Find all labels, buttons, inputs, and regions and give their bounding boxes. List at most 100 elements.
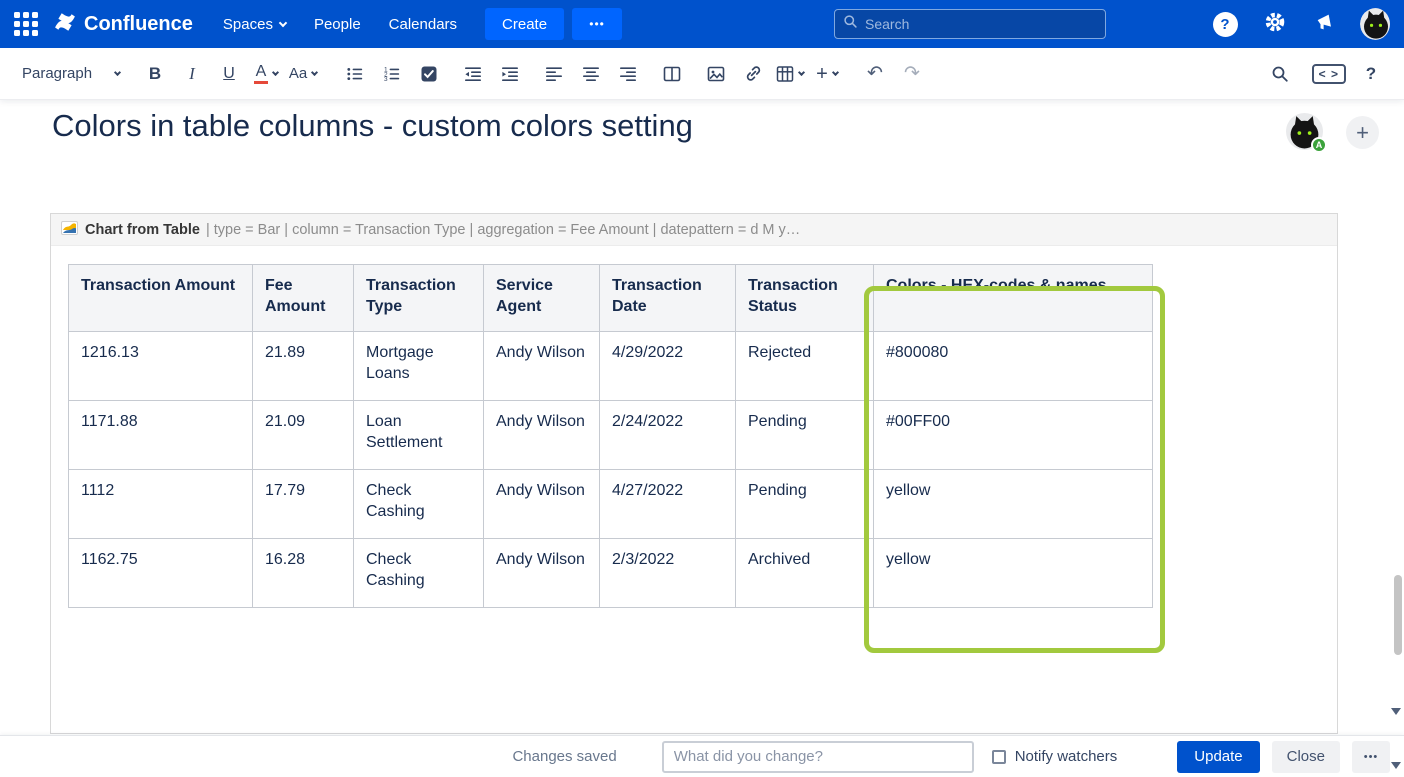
insert-table-dropdown[interactable]: [775, 58, 805, 90]
search-input[interactable]: [865, 16, 1097, 32]
bullet-list-icon: [346, 65, 364, 83]
column-header-transaction-amount[interactable]: Transaction Amount: [69, 265, 253, 332]
help-button[interactable]: ?: [1210, 9, 1240, 39]
footer-more-button[interactable]: •••: [1352, 741, 1390, 773]
column-header-colors[interactable]: Colors - HEX-codes & names: [874, 265, 1153, 332]
cell[interactable]: Andy Wilson: [484, 539, 600, 608]
cell[interactable]: 1171.88: [69, 401, 253, 470]
scrollbar-down-button[interactable]: [1391, 762, 1401, 769]
cell[interactable]: Archived: [736, 539, 874, 608]
macro-parameters: | type = Bar | column = Transaction Type…: [206, 222, 800, 238]
scroll-down-arrow-icon[interactable]: [1391, 708, 1401, 715]
bold-button[interactable]: B: [140, 58, 170, 90]
insert-more-dropdown[interactable]: +: [812, 58, 842, 90]
bullet-list-button[interactable]: [340, 58, 370, 90]
chart-from-table-macro: Chart from Table | type = Bar | column =…: [50, 213, 1338, 734]
create-button[interactable]: Create: [485, 8, 564, 40]
notify-watchers-checkbox[interactable]: [992, 750, 1006, 764]
editor-toolbar: Paragraph B I U A Aa 123: [0, 48, 1404, 100]
cell[interactable]: 4/27/2022: [600, 470, 736, 539]
cell[interactable]: 2/24/2022: [600, 401, 736, 470]
nav-more-button[interactable]: •••: [572, 8, 622, 40]
paragraph-style-dropdown[interactable]: Paragraph: [18, 58, 124, 90]
search-icon: [1271, 65, 1289, 83]
column-header-fee-amount[interactable]: Fee Amount: [253, 265, 354, 332]
italic-button[interactable]: I: [177, 58, 207, 90]
align-right-button[interactable]: [613, 58, 643, 90]
chevron-down-icon: [272, 68, 279, 75]
macro-header[interactable]: Chart from Table | type = Bar | column =…: [51, 214, 1337, 246]
cell[interactable]: 1112: [69, 470, 253, 539]
align-center-button[interactable]: [576, 58, 606, 90]
editor-help-button[interactable]: ?: [1356, 58, 1386, 90]
insert-link-button[interactable]: [738, 58, 768, 90]
cell[interactable]: Rejected: [736, 332, 874, 401]
cell[interactable]: 4/29/2022: [600, 332, 736, 401]
insert-image-button[interactable]: [701, 58, 731, 90]
cell[interactable]: yellow: [874, 470, 1153, 539]
redo-button[interactable]: ↷: [897, 58, 927, 90]
app-switcher-icon[interactable]: [14, 12, 38, 36]
cell[interactable]: Mortgage Loans: [354, 332, 484, 401]
column-header-service-agent[interactable]: Service Agent: [484, 265, 600, 332]
announcements-button[interactable]: [1310, 9, 1340, 39]
close-button[interactable]: Close: [1272, 741, 1340, 773]
more-formatting-dropdown[interactable]: Aa: [288, 58, 318, 90]
column-header-transaction-type[interactable]: Transaction Type: [354, 265, 484, 332]
cell[interactable]: Check Cashing: [354, 470, 484, 539]
user-avatar[interactable]: [1360, 9, 1390, 39]
cell[interactable]: Andy Wilson: [484, 470, 600, 539]
cell[interactable]: Andy Wilson: [484, 401, 600, 470]
cell[interactable]: 17.79: [253, 470, 354, 539]
byline-avatar[interactable]: A: [1286, 113, 1323, 150]
numbered-list-button[interactable]: 123: [377, 58, 407, 90]
gear-icon: [1263, 10, 1287, 39]
page-title[interactable]: Colors in table columns - custom colors …: [52, 108, 693, 144]
settings-button[interactable]: [1260, 9, 1290, 39]
add-contributor-button[interactable]: +: [1346, 116, 1379, 149]
cell[interactable]: #00FF00: [874, 401, 1153, 470]
editor-content: Colors in table columns - custom colors …: [0, 100, 1404, 735]
scrollbar-thumb[interactable]: [1394, 575, 1402, 655]
macro-title: Chart from Table: [85, 222, 200, 238]
nav-calendars[interactable]: Calendars: [389, 16, 457, 33]
column-header-transaction-status[interactable]: Transaction Status: [736, 265, 874, 332]
table-row: 1112 17.79 Check Cashing Andy Wilson 4/2…: [69, 470, 1153, 539]
cell[interactable]: Pending: [736, 401, 874, 470]
cell[interactable]: Pending: [736, 470, 874, 539]
cell[interactable]: 1216.13: [69, 332, 253, 401]
cell[interactable]: #800080: [874, 332, 1153, 401]
cell[interactable]: Loan Settlement: [354, 401, 484, 470]
task-list-button[interactable]: [414, 58, 444, 90]
global-search[interactable]: [834, 9, 1106, 39]
indent-button[interactable]: [495, 58, 525, 90]
source-editor-button[interactable]: < >: [1312, 58, 1346, 90]
table-header-row: Transaction Amount Fee Amount Transactio…: [69, 265, 1153, 332]
numbered-list-icon: 123: [383, 65, 401, 83]
chevron-down-icon: [114, 68, 121, 75]
megaphone-icon: [1314, 11, 1336, 38]
undo-button[interactable]: ↶: [860, 58, 890, 90]
nav-spaces[interactable]: Spaces: [223, 16, 286, 33]
column-header-transaction-date[interactable]: Transaction Date: [600, 265, 736, 332]
brand-name: Confluence: [84, 13, 193, 36]
align-left-button[interactable]: [539, 58, 569, 90]
outdent-button[interactable]: [458, 58, 488, 90]
find-replace-button[interactable]: [1265, 58, 1295, 90]
update-button[interactable]: Update: [1177, 741, 1259, 773]
cell[interactable]: 21.89: [253, 332, 354, 401]
cell[interactable]: 16.28: [253, 539, 354, 608]
confluence-home-link[interactable]: Confluence: [54, 11, 193, 38]
cell[interactable]: 1162.75: [69, 539, 253, 608]
change-comment-input[interactable]: [662, 741, 974, 773]
underline-button[interactable]: U: [214, 58, 244, 90]
text-color-dropdown[interactable]: A: [251, 58, 281, 90]
table-row: 1171.88 21.09 Loan Settlement Andy Wilso…: [69, 401, 1153, 470]
cell[interactable]: 2/3/2022: [600, 539, 736, 608]
cell[interactable]: Andy Wilson: [484, 332, 600, 401]
cell[interactable]: 21.09: [253, 401, 354, 470]
cell[interactable]: Check Cashing: [354, 539, 484, 608]
cell[interactable]: yellow: [874, 539, 1153, 608]
nav-people[interactable]: People: [314, 16, 361, 33]
page-layout-button[interactable]: [657, 58, 687, 90]
